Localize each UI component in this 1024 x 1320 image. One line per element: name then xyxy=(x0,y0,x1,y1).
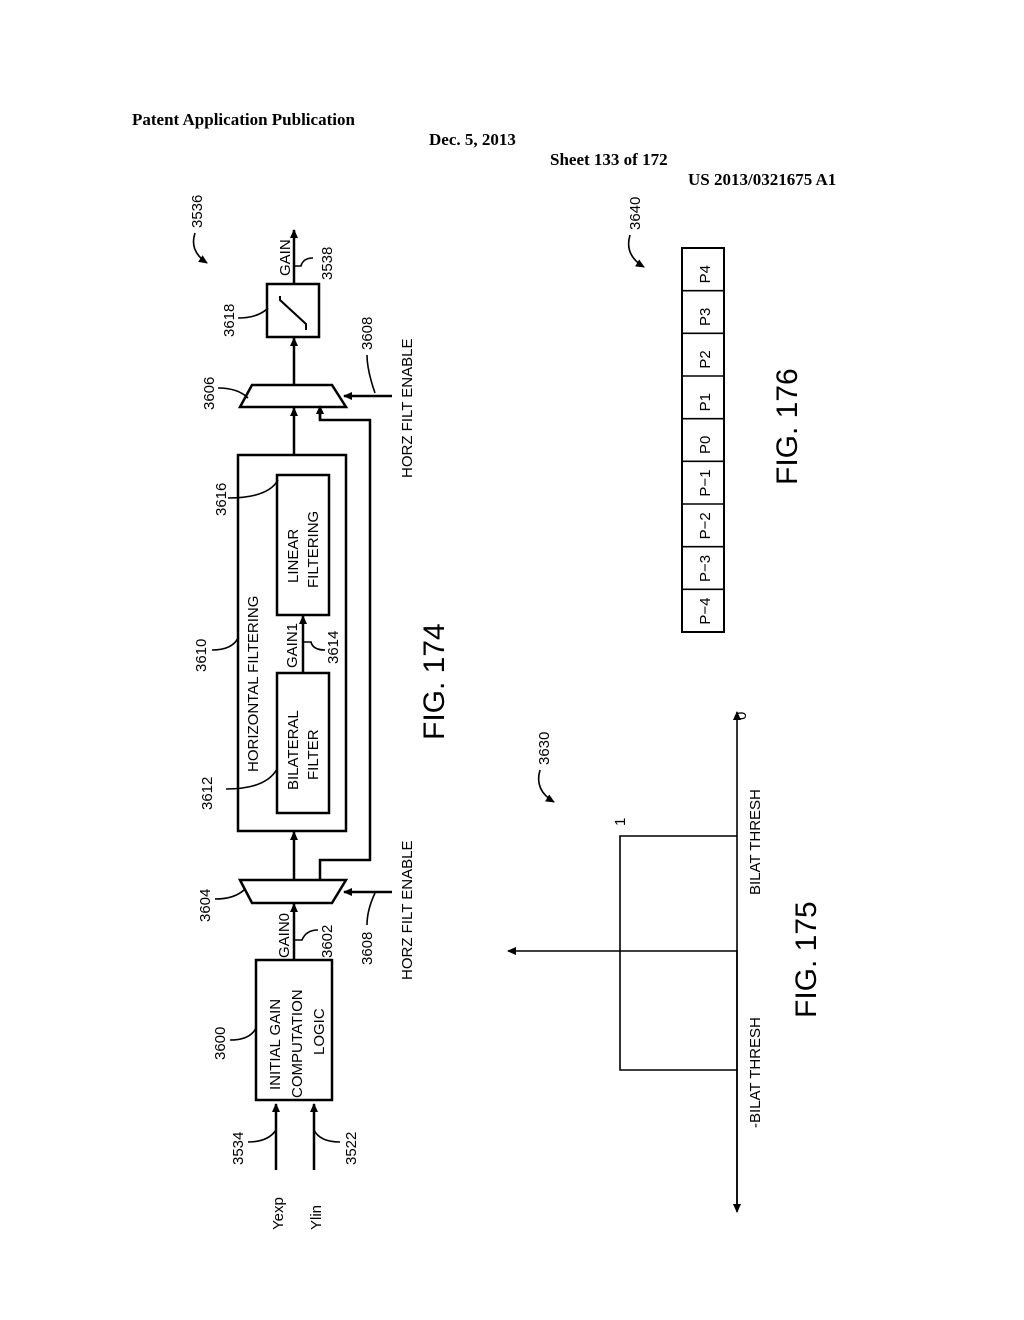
leader-3630 xyxy=(537,769,555,803)
leader-3608-b xyxy=(366,354,376,394)
fig175-axis-end-label: 0 xyxy=(733,712,750,720)
ref-3614: 3614 xyxy=(325,631,342,664)
linear-line1: LINEAR xyxy=(285,529,302,583)
pixel-cell-label: P4 xyxy=(697,265,714,283)
enable2-label: HORZ FILT ENABLE xyxy=(399,339,416,478)
leader-3614 xyxy=(303,641,326,651)
leader-3610 xyxy=(211,637,239,651)
leader-3608-a xyxy=(366,892,376,926)
leader-3618 xyxy=(237,307,269,319)
ref-3616: 3616 xyxy=(213,483,230,516)
pixel-cell-label: P0 xyxy=(697,436,714,454)
fig176: P−4 P−3 P−2 P−1 P0 P1 P2 P3 P4 3640 FIG. 176 xyxy=(627,197,804,633)
leader-3600 xyxy=(229,1027,257,1041)
pixel-cell-label: P−2 xyxy=(697,512,714,539)
figure-sheet: Yexp Ylin 3534 3522 INITIAL GAIN COMPUTA… xyxy=(189,195,823,1230)
ref-3600: 3600 xyxy=(212,1027,229,1060)
gain-output-label: GAIN xyxy=(277,239,294,276)
fig174-title: FIG. 174 xyxy=(418,623,451,740)
ref-3534: 3534 xyxy=(230,1132,247,1165)
clip-curve-icon xyxy=(279,296,307,330)
fig175: 1 0 BILAT THRESH -BILAT THRESH 3630 FIG.… xyxy=(507,711,823,1213)
ref-3608-b: 3608 xyxy=(359,317,376,350)
mux-3604 xyxy=(237,878,349,905)
initial-gain-line2: COMPUTATION xyxy=(289,989,306,1098)
fig175-neg-thresh: -BILAT THRESH xyxy=(747,1017,764,1128)
leader-3538 xyxy=(294,257,314,267)
fig175-pos-thresh: BILAT THRESH xyxy=(747,789,764,895)
leader-3602 xyxy=(294,929,319,941)
initial-gain-line3: LOGIC xyxy=(311,1008,328,1055)
pixel-cell-label: P−4 xyxy=(697,598,714,625)
leader-3522 xyxy=(313,1129,341,1143)
ref-3604: 3604 xyxy=(197,889,214,922)
gain1-label: GAIN1 xyxy=(284,623,301,668)
ref-3618: 3618 xyxy=(221,304,238,337)
fig176-title: FIG. 176 xyxy=(771,368,804,485)
pixel-cell-label: P1 xyxy=(697,393,714,411)
ref-3606: 3606 xyxy=(201,377,218,410)
yexp-label: Yexp xyxy=(270,1197,287,1230)
pixel-cell-label: P−3 xyxy=(697,555,714,582)
gain0-label: GAIN0 xyxy=(276,913,293,958)
initial-gain-line1: INITIAL GAIN xyxy=(267,999,284,1090)
enable1-label: HORZ FILT ENABLE xyxy=(399,841,416,980)
ref-3608-a: 3608 xyxy=(359,932,376,965)
linear-line2: FILTERING xyxy=(305,511,322,588)
bilateral-line2: FILTER xyxy=(305,729,322,780)
leader-3534 xyxy=(247,1129,277,1143)
mux-3606 xyxy=(237,383,349,409)
ref-3640: 3640 xyxy=(627,197,644,230)
leader-3606 xyxy=(217,387,249,399)
ref-3612: 3612 xyxy=(199,777,216,810)
pixel-cell-label: P2 xyxy=(697,350,714,368)
pixel-cell-label: P3 xyxy=(697,308,714,326)
clip-block-3618 xyxy=(265,282,321,339)
horizontal-filtering-label: HORIZONTAL FILTERING xyxy=(245,596,262,772)
ref-3630: 3630 xyxy=(536,732,553,765)
ylin-label: Ylin xyxy=(308,1205,325,1230)
fig175-rect-function xyxy=(619,835,737,1071)
ref-3602: 3602 xyxy=(319,925,336,958)
bilateral-line1: BILATERAL xyxy=(285,710,302,790)
ref-3536: 3536 xyxy=(189,195,206,228)
leader-3616 xyxy=(227,479,279,499)
pixel-cell-label: P−1 xyxy=(697,470,714,497)
leader-3604 xyxy=(214,888,246,900)
ref-3610: 3610 xyxy=(193,639,210,672)
fig174: Yexp Ylin 3534 3522 INITIAL GAIN COMPUTA… xyxy=(189,195,451,1230)
fig175-title: FIG. 175 xyxy=(790,901,823,1018)
leader-3536 xyxy=(192,232,208,264)
leader-3640 xyxy=(627,234,645,268)
ref-3538: 3538 xyxy=(319,247,336,280)
ref-3522: 3522 xyxy=(343,1132,360,1165)
fig175-y-value-label: 1 xyxy=(612,818,629,826)
